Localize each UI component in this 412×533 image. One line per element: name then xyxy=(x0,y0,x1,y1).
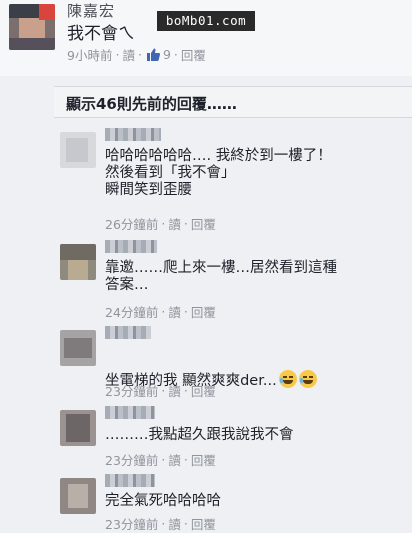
reply-item: 靠邀……爬上來一樓…居然看到這種 答案… 24分鐘前 · 讀 · 回覆 xyxy=(60,240,412,320)
reply-meta: 23分鐘前 · 讀 · 回覆 xyxy=(105,381,216,400)
comment-text: 我不會ㄟ xyxy=(67,24,135,44)
view-previous-replies[interactable]: 顯示46則先前的回覆…… xyxy=(54,86,412,118)
read-link[interactable]: 讀 xyxy=(168,514,181,533)
avatar[interactable] xyxy=(60,330,96,366)
read-link[interactable]: 讀 xyxy=(122,45,135,64)
reply-time[interactable]: 24分鐘前 xyxy=(105,302,158,321)
top-comment: 陳嘉宏 我不會ㄟ 9小時前 · 讀 · 9 · 回覆 boMb01.com xyxy=(0,0,412,76)
avatar[interactable] xyxy=(60,132,96,168)
reply-item: 哈哈哈哈哈哈…. 我終於到一樓了！ 然後看到「我不會」 瞬間笑到歪腰 26分鐘前… xyxy=(60,128,412,238)
avatar[interactable] xyxy=(60,478,96,514)
view-previous-label: 顯示46則先前的回覆…… xyxy=(66,95,237,113)
avatar[interactable] xyxy=(60,244,96,280)
commenter-name-blurred[interactable] xyxy=(105,128,161,141)
comment-time[interactable]: 9小時前 xyxy=(67,45,112,64)
reply-item: ………我點超久跟我說我不會 23分鐘前 · 讀 · 回覆 xyxy=(60,406,412,468)
reply-meta: 23分鐘前 · 讀 · 回覆 xyxy=(105,514,216,533)
reply-time[interactable]: 23分鐘前 xyxy=(105,450,158,469)
reply-item: 完全氣死哈哈哈哈 23分鐘前 · 讀 · 回覆 xyxy=(60,474,412,532)
read-link[interactable]: 讀 xyxy=(168,381,181,400)
commenter-name-blurred[interactable] xyxy=(105,474,155,487)
read-link[interactable]: 讀 xyxy=(168,450,181,469)
like-count: 9 xyxy=(162,47,171,62)
commenter-name-blurred[interactable] xyxy=(105,240,157,253)
reply-text: 完全氣死哈哈哈哈 xyxy=(105,493,221,509)
read-link[interactable]: 讀 xyxy=(168,302,181,321)
reply-item: 坐電梯的我 顯然爽爽der... 23分鐘前 · 讀 · 回覆 xyxy=(60,326,412,399)
commenter-name[interactable]: 陳嘉宏 xyxy=(67,0,115,21)
reply-link[interactable]: 回覆 xyxy=(191,381,216,400)
comment-meta: 9小時前 · 讀 · 9 · 回覆 xyxy=(67,45,206,64)
reply-text: 靠邀……爬上來一樓…居然看到這種 答案… xyxy=(105,260,337,293)
reply-link[interactable]: 回覆 xyxy=(191,450,216,469)
reply-meta: 26分鐘前 · 讀 · 回覆 xyxy=(105,214,216,233)
reply-link[interactable]: 回覆 xyxy=(181,45,206,64)
reply-meta: 23分鐘前 · 讀 · 回覆 xyxy=(105,450,216,469)
watermark: boMb01.com xyxy=(157,11,255,31)
avatar[interactable] xyxy=(9,4,55,50)
commenter-name-blurred[interactable] xyxy=(105,406,155,419)
thumbs-up-icon[interactable] xyxy=(146,48,160,61)
reply-link[interactable]: 回覆 xyxy=(191,214,216,233)
reply-time[interactable]: 23分鐘前 xyxy=(105,514,158,533)
reply-link[interactable]: 回覆 xyxy=(191,514,216,533)
reply-time[interactable]: 26分鐘前 xyxy=(105,214,158,233)
avatar[interactable] xyxy=(60,410,96,446)
reply-meta: 24分鐘前 · 讀 · 回覆 xyxy=(105,302,216,321)
reply-text: 哈哈哈哈哈哈…. 我終於到一樓了！ 然後看到「我不會」 瞬間笑到歪腰 xyxy=(105,148,332,198)
reply-link[interactable]: 回覆 xyxy=(191,302,216,321)
read-link[interactable]: 讀 xyxy=(168,214,181,233)
reply-text: ………我點超久跟我說我不會 xyxy=(105,427,294,443)
reply-time[interactable]: 23分鐘前 xyxy=(105,381,158,400)
commenter-name-blurred[interactable] xyxy=(105,326,151,339)
laughing-emoji-icon xyxy=(298,370,317,388)
laughing-emoji-icon xyxy=(278,370,297,388)
